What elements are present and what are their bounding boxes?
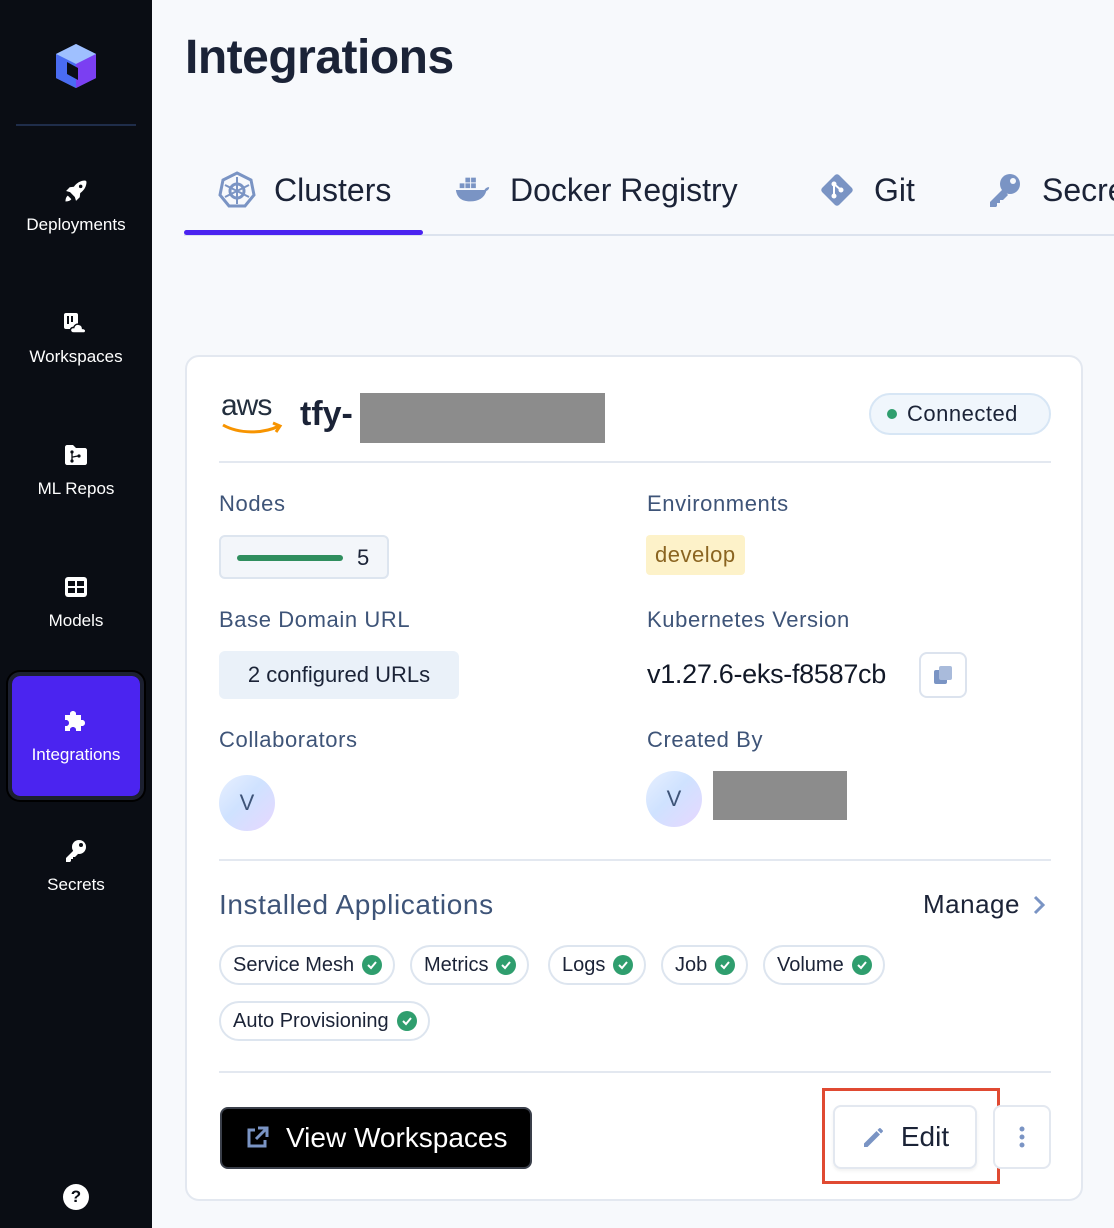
creator-avatar[interactable]: V — [646, 771, 702, 827]
manage-label: Manage — [923, 889, 1020, 919]
redacted-block — [360, 393, 605, 443]
k8s-version-value: v1.27.6-eks-f8587cb — [647, 659, 886, 689]
tab-label: Git — [874, 171, 915, 208]
app-chip-label: Job — [675, 953, 708, 976]
sidebar-item-label: Models — [48, 611, 104, 630]
sidebar-item-deployments[interactable]: Deployments — [10, 146, 142, 266]
tab-label: Clusters — [274, 171, 392, 208]
check-icon — [396, 1011, 417, 1031]
tab-bar: Clusters Docker Registry Git Secre — [184, 150, 1114, 236]
sidebar-item-label: ML Repos — [37, 479, 115, 498]
grid-icon — [65, 577, 87, 597]
edit-label: Edit — [900, 1121, 950, 1152]
tab-label: Secre — [1042, 171, 1114, 208]
kubernetes-icon — [218, 171, 256, 208]
status-badge: Connected — [869, 393, 1051, 435]
puzzle-icon — [65, 711, 85, 731]
sidebar-item-ml-repos[interactable]: ML Repos — [10, 410, 142, 530]
sidebar-item-integrations[interactable]: Integrations — [8, 672, 144, 800]
pencil-icon — [863, 1128, 883, 1147]
aws-logo-icon: aws — [221, 391, 285, 437]
edit-button[interactable]: Edit — [833, 1105, 977, 1169]
aws-smile-icon — [222, 421, 283, 434]
status-label: Connected — [907, 401, 1018, 426]
nodes-bar — [237, 555, 343, 561]
app-chip-label: Auto Provisioning — [233, 1009, 389, 1032]
redacted-block — [713, 771, 847, 820]
truefoundry-logo-icon[interactable] — [50, 40, 102, 92]
external-link-icon — [247, 1126, 269, 1148]
collaborator-avatar[interactable]: V — [219, 775, 275, 831]
more-vertical-icon — [1019, 1126, 1025, 1148]
divider — [219, 859, 1051, 861]
cluster-card: aws tfy- Connected Nodes 5 Environments … — [185, 355, 1083, 1201]
copy-button[interactable] — [919, 652, 967, 698]
app-chip-label: Logs — [562, 953, 606, 976]
app-chip-service-mesh: Service Mesh — [219, 945, 396, 985]
workspaces-icon — [64, 313, 87, 334]
copy-icon — [934, 666, 952, 684]
app-chip-job: Job — [661, 945, 749, 985]
sidebar-item-models[interactable]: Models — [10, 542, 142, 662]
sidebar-item-label: Workspaces — [29, 347, 123, 366]
check-icon — [613, 955, 634, 975]
page-title: Integrations — [185, 31, 454, 84]
app-chip-label: Volume — [777, 953, 844, 976]
sidebar-item-workspaces[interactable]: Workspaces — [10, 278, 142, 398]
active-tab-indicator — [184, 230, 423, 235]
tab-label: Docker Registry — [510, 171, 738, 208]
app-chip-label: Service Mesh — [233, 953, 355, 976]
app-chip-metrics: Metrics — [410, 945, 530, 985]
folder-branch-icon — [65, 445, 87, 465]
docker-icon — [455, 177, 490, 202]
sidebar-item-label: Deployments — [26, 215, 126, 234]
aws-logo-text: aws — [221, 389, 272, 422]
collaborators-label: Collaborators — [219, 727, 358, 752]
key-icon — [66, 840, 86, 862]
chevron-right-icon — [1033, 895, 1046, 914]
tab-secrets[interactable]: Secre — [986, 160, 1114, 220]
git-icon — [821, 174, 853, 206]
sidebar-item-label: Secrets — [47, 875, 105, 894]
app-chip-logs: Logs — [548, 945, 647, 985]
sidebar-item-label: Integrations — [31, 745, 121, 764]
k8s-version-label: Kubernetes Version — [647, 607, 850, 632]
rocket-icon — [65, 180, 87, 202]
view-workspaces-button[interactable]: View Workspaces — [220, 1107, 532, 1169]
manage-link[interactable]: Manage — [923, 889, 1046, 920]
more-options-button[interactable] — [993, 1105, 1051, 1169]
app-chip-auto-provisioning: Auto Provisioning — [219, 1001, 430, 1041]
key-icon — [990, 174, 1020, 207]
installed-apps-title: Installed Applications — [219, 889, 494, 920]
created-by-label: Created By — [647, 727, 764, 752]
help-icon[interactable]: ? — [63, 1184, 89, 1210]
nodes-label: Nodes — [219, 491, 286, 516]
nodes-count: 5 — [357, 545, 370, 570]
environment-chip: develop — [646, 535, 745, 575]
base-domain-urls-chip[interactable]: 2 configured URLs — [219, 651, 459, 699]
status-dot-icon — [887, 409, 897, 419]
tab-git[interactable]: Git — [818, 160, 915, 220]
sidebar: Deployments Workspaces ML Repos Models I… — [0, 0, 152, 1228]
app-chip-label: Metrics — [424, 953, 489, 976]
check-icon — [362, 955, 383, 975]
tab-clusters[interactable]: Clusters — [218, 160, 391, 220]
sidebar-divider — [16, 124, 136, 126]
check-icon — [496, 955, 517, 975]
tab-docker-registry[interactable]: Docker Registry — [454, 160, 738, 220]
app-chip-volume: Volume — [763, 945, 885, 985]
environments-label: Environments — [647, 491, 789, 516]
nodes-indicator: 5 — [219, 535, 389, 579]
base-domain-label: Base Domain URL — [219, 607, 411, 632]
cluster-name[interactable]: tfy- — [300, 395, 353, 434]
divider — [219, 1071, 1051, 1073]
sidebar-item-secrets[interactable]: Secrets — [10, 806, 142, 926]
check-icon — [715, 955, 736, 975]
check-icon — [851, 955, 872, 975]
divider — [219, 461, 1051, 463]
view-workspaces-label: View Workspaces — [286, 1122, 508, 1153]
